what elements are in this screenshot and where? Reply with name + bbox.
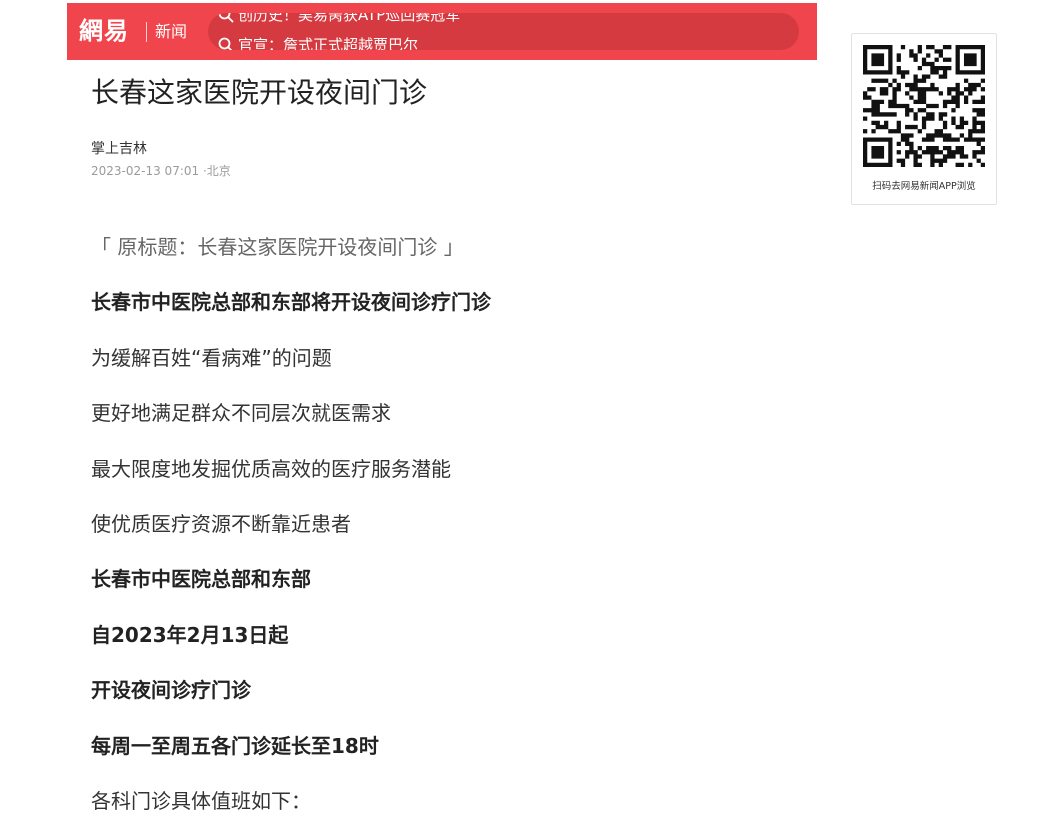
article-source[interactable]: 掌上吉林 <box>91 140 147 159</box>
qr-code-label: 扫码去网易新闻APP浏览 <box>872 181 976 192</box>
qr-code-icon <box>863 45 985 167</box>
search-box[interactable]: 创历史！吴易昺获ATP巡回赛冠军 官宣：詹式正式超越贾巴尔 <box>208 13 799 50</box>
article-body: 「 原标题：长春这家医院开设夜间门诊 」 长春市中医院总部和东部将开设夜间诊疗门… <box>91 230 811 832</box>
search-icon <box>218 37 233 50</box>
body-paragraph: 使优质医疗资源不断靠近患者 <box>91 511 351 536</box>
top-nav-bar: 網易 新闻 创历史！吴易昺获ATP巡回赛冠军 官宣：詹式正式超越贾巴尔 <box>67 3 817 60</box>
ticker-item[interactable]: 官宣：詹式正式超越贾巴尔 <box>218 30 460 50</box>
netease-logo[interactable]: 網易 <box>79 15 129 47</box>
article-datetime: 2023-02-13 07:01 <box>91 164 200 178</box>
ticker-text: 创历史！吴易昺获ATP巡回赛冠军 <box>238 13 461 24</box>
body-paragraph: 更好地满足群众不同层次就医需求 <box>91 401 391 426</box>
qr-code-card: 扫码去网易新闻APP浏览 <box>851 33 997 205</box>
body-paragraph: 长春市中医院总部和东部将开设夜间诊疗门诊 <box>91 290 491 315</box>
article-title: 长春这家医院开设夜间门诊 <box>91 76 428 109</box>
hot-search-ticker[interactable]: 创历史！吴易昺获ATP巡回赛冠军 官宣：詹式正式超越贾巴尔 <box>218 13 460 50</box>
ticker-text: 官宣：詹式正式超越贾巴尔 <box>238 35 419 51</box>
channel-link-news[interactable]: 新闻 <box>155 21 187 43</box>
body-paragraph: 最大限度地发掘优质高效的医疗服务潜能 <box>91 456 451 481</box>
body-paragraph: 自2023年2月13日起 <box>91 622 289 647</box>
search-icon <box>218 13 234 23</box>
body-paragraph: 每周一至周五各门诊延长至18时 <box>91 733 379 758</box>
body-paragraph: 各科门诊具体值班如下： <box>91 788 311 813</box>
body-paragraph: 为缓解百姓“看病难”的问题 <box>91 345 332 370</box>
article-meta: 2023-02-13 07:01 ·北京 <box>91 163 231 180</box>
article-location: ·北京 <box>202 164 231 178</box>
ticker-item[interactable]: 创历史！吴易昺获ATP巡回赛冠军 <box>218 13 460 30</box>
logo-divider <box>146 22 147 42</box>
body-paragraph: 长春市中医院总部和东部 <box>91 567 311 592</box>
body-paragraph: 开设夜间诊疗门诊 <box>91 678 251 703</box>
original-title-paragraph: 「 原标题：长春这家医院开设夜间门诊 」 <box>91 235 464 259</box>
